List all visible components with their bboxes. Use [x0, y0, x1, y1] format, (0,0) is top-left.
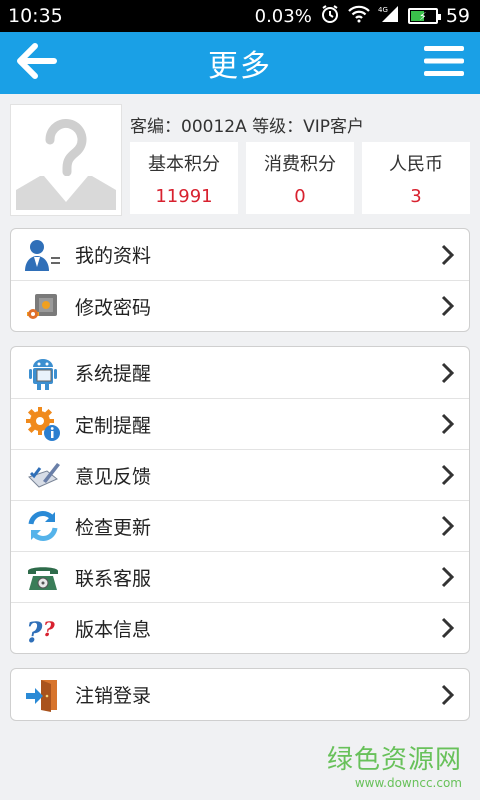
back-button[interactable] — [12, 39, 60, 87]
stat-value: 3 — [410, 185, 422, 207]
menu-item-logout[interactable]: 注销登录 — [11, 669, 469, 720]
network-type: 4G — [378, 6, 388, 14]
wifi-icon — [348, 5, 370, 28]
menu-item-my-profile[interactable]: 我的资料 — [11, 229, 469, 280]
profile-section: 客编：00012A 等级：VIP客户 基本积分 11991 消费积分 0 人民币… — [10, 104, 470, 216]
chevron-right-icon — [439, 412, 457, 436]
stat-label: 基本积分 — [148, 153, 220, 175]
title-bar: 更多 — [0, 32, 480, 94]
chevron-right-icon — [439, 294, 457, 318]
feedback-pen-icon — [25, 457, 61, 493]
stat-value: 0 — [294, 185, 306, 207]
stat-label: 人民币 — [389, 153, 443, 175]
menu-item-contact-service[interactable]: 联系客服 — [11, 551, 469, 602]
gear-info-icon — [25, 406, 61, 442]
menu-item-label: 系统提醒 — [75, 363, 152, 385]
menu-item-label: 定制提醒 — [75, 414, 152, 437]
stat-label: 消费积分 — [264, 153, 336, 175]
robot-notice-icon — [25, 355, 61, 391]
arrow-left-icon — [15, 43, 57, 83]
chevron-right-icon — [439, 616, 457, 640]
watermark-url: www.downcc.com — [354, 776, 462, 790]
chevron-right-icon — [439, 243, 457, 267]
status-time: 10:35 — [8, 5, 63, 27]
menu-item-label: 意见反馈 — [75, 465, 152, 488]
points-stats: 基本积分 11991 消费积分 0 人民币 3 — [130, 142, 470, 214]
menu-item-label: 联系客服 — [75, 567, 152, 590]
svg-text:?: ? — [26, 616, 43, 646]
menu-item-check-update[interactable]: 检查更新 — [11, 500, 469, 551]
menu-item-label: 版本信息 — [75, 618, 152, 641]
status-icons: 0.03% 4G ⚡ 59 — [255, 4, 470, 29]
menu-item-feedback[interactable]: 意见反馈 — [11, 449, 469, 500]
menu-item-system-reminder[interactable]: 系统提醒 — [11, 347, 469, 398]
logout-door-icon — [25, 677, 61, 713]
stat-basic-points: 基本积分 11991 — [130, 142, 238, 214]
watermark-main: 绿色资源网 — [326, 745, 462, 775]
menu-item-label: 检查更新 — [75, 516, 152, 539]
page-title: 更多 — [208, 49, 272, 84]
chevron-right-icon — [439, 361, 457, 385]
alarm-clock-icon — [320, 4, 340, 29]
chevron-right-icon — [439, 514, 457, 538]
settings-menu-group: 系统提醒 定制提醒 意见反馈 检查更新 联系客服 ? ? 版本信息 — [10, 346, 470, 654]
menu-item-custom-reminder[interactable]: 定制提醒 — [11, 398, 469, 449]
menu-item-label: 注销登录 — [75, 685, 152, 707]
user-card-icon — [25, 237, 61, 273]
chevron-right-icon — [439, 683, 457, 707]
logout-menu-group: 注销登录 — [10, 668, 470, 721]
charging-bolt-icon: ⚡ — [418, 9, 427, 23]
telephone-icon — [25, 559, 61, 595]
key-lock-icon — [25, 288, 61, 324]
menu-item-version-info[interactable]: ?? 版本信息 — [11, 602, 469, 653]
menu-button[interactable] — [420, 39, 468, 87]
avatar[interactable] — [10, 104, 122, 216]
hamburger-menu-icon — [424, 44, 464, 82]
signal-icon: 4G — [378, 5, 400, 28]
question-icon: ?? — [25, 610, 61, 646]
battery-icon: ⚡ — [407, 8, 441, 24]
refresh-icon — [25, 508, 61, 544]
unknown-user-icon — [14, 106, 118, 214]
battery-percent: 59 — [445, 5, 470, 27]
menu-item-change-password[interactable]: 修改密码 — [11, 280, 469, 331]
customer-info: 客编：00012A 等级：VIP客户 — [130, 117, 365, 137]
stat-rmb: 人民币 3 — [362, 142, 470, 214]
stat-value: 11991 — [155, 185, 213, 207]
chevron-right-icon — [439, 565, 457, 589]
svg-text:?: ? — [43, 617, 55, 641]
chevron-right-icon — [439, 463, 457, 487]
stat-consumption-points: 消费积分 0 — [246, 142, 354, 214]
account-menu-group: 我的资料 修改密码 — [10, 228, 470, 332]
menu-item-label: 修改密码 — [75, 296, 152, 319]
watermark: 绿色资源网 www.downcc.com — [327, 739, 462, 790]
menu-item-label: 我的资料 — [75, 245, 152, 267]
status-bar: 10:35 0.03% 4G ⚡ 59 — [0, 0, 480, 32]
status-speed: 0.03% — [254, 5, 312, 27]
